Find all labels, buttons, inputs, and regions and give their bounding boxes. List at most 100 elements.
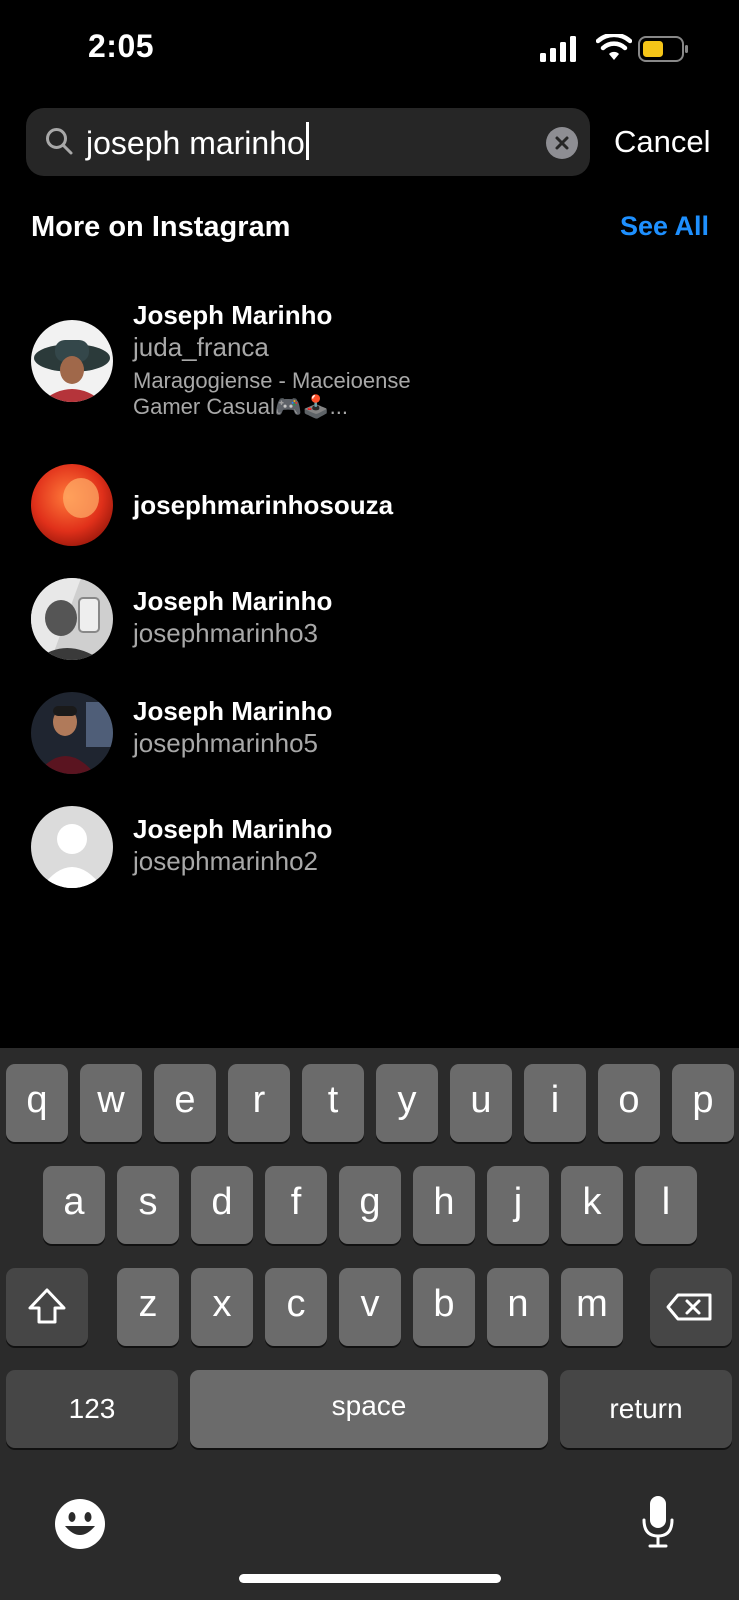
- key-label: p: [692, 1079, 714, 1121]
- key-label: w: [97, 1079, 125, 1121]
- see-all-link[interactable]: See All: [620, 211, 709, 242]
- space-key[interactable]: space: [190, 1370, 548, 1448]
- key-label: l: [661, 1181, 671, 1223]
- key-label: k: [582, 1181, 602, 1223]
- key-label: x: [212, 1283, 232, 1325]
- key-label: b: [433, 1283, 455, 1325]
- key-label: d: [211, 1181, 233, 1223]
- key-label: y: [397, 1079, 417, 1121]
- result-username: josephmarinho5: [133, 728, 319, 758]
- search-result-row[interactable]: Joseph Marinho josephmarinho2: [0, 798, 739, 898]
- key-s[interactable]: s: [117, 1166, 179, 1244]
- result-bio-line: Gamer Casual🎮🕹️...: [133, 394, 348, 419]
- key-d[interactable]: d: [191, 1166, 253, 1244]
- avatar: [31, 578, 113, 660]
- key-b[interactable]: b: [413, 1268, 475, 1346]
- key-f[interactable]: f: [265, 1166, 327, 1244]
- avatar: [31, 464, 113, 546]
- key-t[interactable]: t: [302, 1064, 364, 1142]
- key-label: t: [327, 1079, 339, 1121]
- backspace-icon: [666, 1293, 712, 1321]
- clear-search-button[interactable]: [546, 127, 578, 159]
- result-username: josephmarinho3: [133, 618, 319, 648]
- key-j[interactable]: j: [487, 1166, 549, 1244]
- key-label: r: [252, 1079, 266, 1121]
- keyboard: q w e r t y u i o p a s d f g h j k l z …: [0, 1048, 739, 1600]
- microphone-icon[interactable]: [640, 1494, 676, 1550]
- shift-arrow-icon: [28, 1288, 66, 1324]
- text-cursor: [305, 122, 309, 160]
- result-name: Joseph Marinho: [133, 696, 333, 726]
- key-v[interactable]: v: [339, 1268, 401, 1346]
- result-name: Joseph Marinho: [133, 586, 333, 616]
- key-h[interactable]: h: [413, 1166, 475, 1244]
- key-q[interactable]: q: [6, 1064, 68, 1142]
- key-label: h: [433, 1181, 455, 1223]
- close-icon: [555, 136, 569, 150]
- search-icon: [46, 128, 73, 155]
- backspace-key[interactable]: [650, 1268, 732, 1346]
- key-label: m: [576, 1283, 608, 1325]
- key-label: n: [507, 1283, 529, 1325]
- key-label: u: [470, 1079, 492, 1121]
- key-label: i: [550, 1079, 560, 1121]
- default-avatar-icon: [31, 806, 113, 888]
- key-label: space: [331, 1390, 407, 1421]
- avatar: [31, 692, 113, 774]
- key-g[interactable]: g: [339, 1166, 401, 1244]
- result-username: juda_franca: [133, 332, 269, 362]
- numbers-key[interactable]: 123: [6, 1370, 178, 1448]
- key-i[interactable]: i: [524, 1064, 586, 1142]
- key-m[interactable]: m: [561, 1268, 623, 1346]
- key-a[interactable]: a: [43, 1166, 105, 1244]
- key-label: c: [286, 1283, 306, 1325]
- cellular-signal-icon: [540, 36, 576, 62]
- emoji-icon[interactable]: [54, 1498, 106, 1550]
- search-query-text: joseph marinho: [86, 125, 305, 161]
- result-bio-line: Maragogiense - Maceioense: [133, 368, 411, 393]
- key-c[interactable]: c: [265, 1268, 327, 1346]
- key-label: z: [138, 1283, 158, 1325]
- shift-key[interactable]: [6, 1268, 88, 1346]
- key-e[interactable]: e: [154, 1064, 216, 1142]
- key-k[interactable]: k: [561, 1166, 623, 1244]
- key-w[interactable]: w: [80, 1064, 142, 1142]
- status-time: 2:05: [88, 28, 155, 64]
- wifi-icon: [596, 34, 632, 60]
- avatar: [31, 320, 113, 402]
- key-u[interactable]: u: [450, 1064, 512, 1142]
- key-label: g: [359, 1181, 381, 1223]
- key-n[interactable]: n: [487, 1268, 549, 1346]
- key-label: v: [360, 1283, 380, 1325]
- result-username-bold: josephmarinhosouza: [133, 490, 394, 520]
- key-label: q: [26, 1079, 48, 1121]
- search-result-row[interactable]: Joseph Marinho josephmarinho3: [0, 570, 739, 670]
- search-result-row[interactable]: Joseph Marinho juda_franca Maragogiense …: [0, 290, 739, 430]
- search-result-row[interactable]: josephmarinhosouza: [0, 460, 739, 560]
- key-label: f: [290, 1181, 302, 1223]
- cancel-button[interactable]: Cancel: [614, 124, 711, 160]
- battery-icon: [638, 36, 688, 62]
- result-name: Joseph Marinho: [133, 814, 333, 844]
- key-x[interactable]: x: [191, 1268, 253, 1346]
- key-label: 123: [68, 1393, 116, 1424]
- avatar: [31, 806, 113, 888]
- search-input[interactable]: joseph marinho: [86, 122, 309, 162]
- result-name: Joseph Marinho: [133, 300, 333, 330]
- section-title: More on Instagram: [31, 211, 291, 243]
- key-label: return: [609, 1393, 683, 1424]
- key-y[interactable]: y: [376, 1064, 438, 1142]
- key-o[interactable]: o: [598, 1064, 660, 1142]
- result-username: josephmarinho2: [133, 846, 319, 876]
- key-label: j: [513, 1181, 523, 1223]
- home-indicator[interactable]: [239, 1574, 501, 1583]
- key-label: a: [63, 1181, 85, 1223]
- search-result-row[interactable]: Joseph Marinho josephmarinho5: [0, 684, 739, 784]
- key-p[interactable]: p: [672, 1064, 734, 1142]
- key-label: e: [174, 1079, 196, 1121]
- key-z[interactable]: z: [117, 1268, 179, 1346]
- key-r[interactable]: r: [228, 1064, 290, 1142]
- key-label: s: [138, 1181, 158, 1223]
- key-l[interactable]: l: [635, 1166, 697, 1244]
- return-key[interactable]: return: [560, 1370, 732, 1448]
